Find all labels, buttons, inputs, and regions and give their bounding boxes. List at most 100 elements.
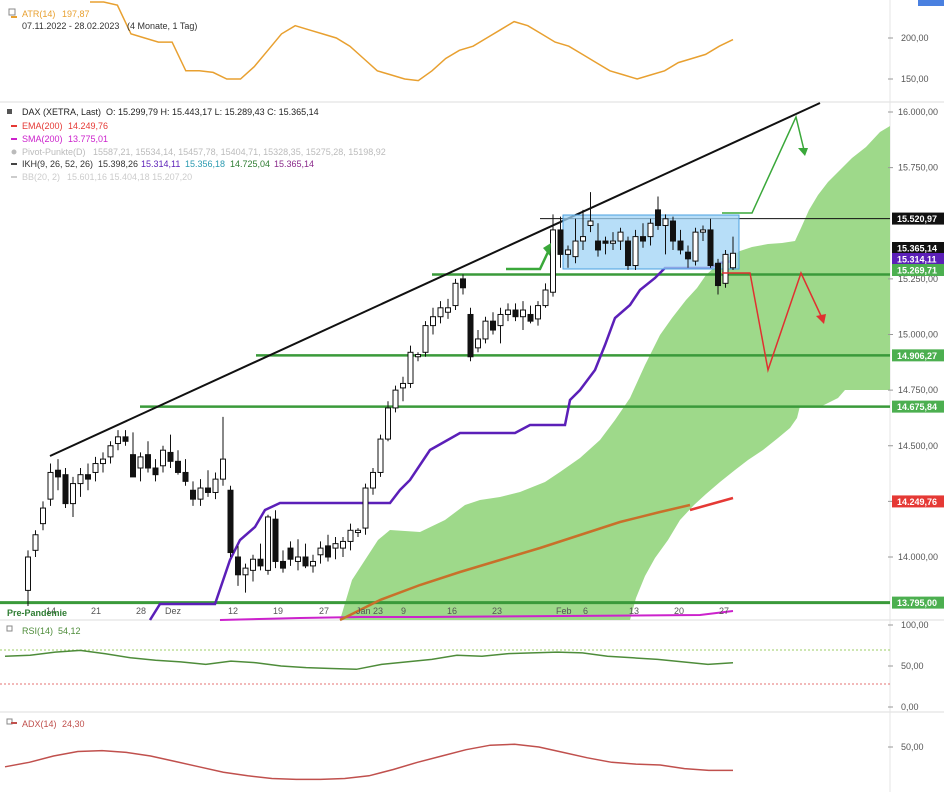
date-tick-label: 27 xyxy=(319,606,329,616)
candle-body xyxy=(235,556,241,576)
candle-body xyxy=(677,240,684,251)
candle-body xyxy=(257,558,264,567)
candle-body xyxy=(692,231,699,262)
window-control-icon[interactable] xyxy=(918,0,944,6)
ikh-value-4: 14.725,04 xyxy=(230,159,270,169)
candle-body xyxy=(730,252,736,269)
candle-body xyxy=(265,516,271,571)
price-tag-label-ema: 14.249,76 xyxy=(897,497,937,507)
price-tag-label-sup1: 15.269,71 xyxy=(897,266,937,276)
candle-body xyxy=(452,282,459,307)
candle-body xyxy=(385,407,391,440)
atr-y-tick-150: 150,00 xyxy=(901,74,929,84)
atr-period-note: (4 Monate, 1 Tag) xyxy=(127,21,197,31)
date-tick-label: 12 xyxy=(228,606,238,616)
candle-body xyxy=(722,253,729,284)
price-tag-label-sup3: 14.675,84 xyxy=(897,402,937,412)
bb-legend: BB(20, 2) xyxy=(22,172,60,182)
candle-body xyxy=(362,487,369,529)
candle-body xyxy=(355,529,361,534)
ikh-value-5: 15.365,14 xyxy=(274,159,314,169)
price-tick-label: 15.750,00 xyxy=(898,163,938,173)
candle-body xyxy=(400,382,406,389)
candle-body xyxy=(325,545,331,558)
candle-body xyxy=(482,320,489,340)
ikh-value-2: 15.314,11 xyxy=(141,159,180,169)
candle-body xyxy=(115,436,121,445)
candle-body xyxy=(632,236,639,267)
candle-body xyxy=(610,240,616,244)
rsi-y-tick-0: 0,00 xyxy=(901,702,919,712)
candle-body xyxy=(647,222,654,238)
candle-body xyxy=(700,229,706,233)
candle-body xyxy=(580,236,586,242)
candle-body xyxy=(460,278,466,289)
pre-pandemie-label: Pre-Pandemie xyxy=(7,608,67,618)
candle-body xyxy=(167,451,174,462)
candle-body xyxy=(205,487,211,493)
candle-body xyxy=(512,309,519,318)
date-tick-label: 28 xyxy=(136,606,146,616)
rsi-title: RSI(14) xyxy=(22,626,53,636)
candle-body xyxy=(25,556,31,591)
candle-body xyxy=(430,316,436,327)
candle-body xyxy=(685,251,691,260)
rsi-y-tick-50: 50,00 xyxy=(901,661,924,671)
date-tick-label: 13 xyxy=(629,606,639,616)
price-tag-label-sup2: 14.906,27 xyxy=(897,351,937,361)
candle-body xyxy=(475,338,481,349)
candle-body xyxy=(715,262,721,287)
candle-body xyxy=(655,209,661,226)
candle-body xyxy=(370,471,376,489)
candle-body xyxy=(377,438,384,473)
date-tick-label: 19 xyxy=(273,606,283,616)
candle-body xyxy=(145,454,151,469)
candle-body xyxy=(137,456,144,469)
candle-body xyxy=(467,313,474,358)
ema-legend-value: 14.249,76 xyxy=(68,121,108,131)
ikh-value-1: 15.398,26 xyxy=(98,159,138,169)
candle-body xyxy=(602,240,609,244)
candle-body xyxy=(70,483,76,505)
candle-body xyxy=(557,229,564,255)
candle-body xyxy=(85,474,91,480)
candle-body xyxy=(77,474,84,485)
candle-body xyxy=(595,240,601,251)
candle-body xyxy=(227,489,234,554)
date-tick-label: 21 xyxy=(91,606,101,616)
ikh-value-3: 15.356,18 xyxy=(185,159,225,169)
candle-body xyxy=(587,220,594,226)
ikh-legend: IKH(9, 26, 52, 26) xyxy=(22,159,93,169)
candle-body xyxy=(572,240,579,258)
candle-body xyxy=(272,518,279,562)
chart-canvas[interactable]: 200,00 150,00 ATR(14) 197,87 07.11.2022 … xyxy=(0,0,944,792)
candle-body xyxy=(182,471,189,482)
candle-body xyxy=(527,313,534,322)
candle-body xyxy=(332,543,339,549)
date-tick-label: 27 xyxy=(719,606,729,616)
adx-value: 24,30 xyxy=(62,719,85,729)
bb-legend-values: 15.601,16 15.404,18 15.207,20 xyxy=(67,172,192,182)
price-tick-label: 15.000,00 xyxy=(898,330,938,340)
candle-body xyxy=(250,558,256,571)
sma-legend: SMA(200) xyxy=(22,134,63,144)
atr-y-tick-200: 200,00 xyxy=(901,33,929,43)
candle-body xyxy=(347,529,354,542)
price-tick-label: 16.000,00 xyxy=(898,107,938,117)
candle-body xyxy=(422,325,429,353)
price-tick-label: 14.000,00 xyxy=(898,552,938,562)
candle-body xyxy=(122,436,129,442)
candle-body xyxy=(392,389,399,409)
date-tick-label: Feb xyxy=(556,606,572,616)
candle-body xyxy=(662,218,669,226)
pivot-legend: Pivot-Punkte(D) xyxy=(22,147,86,157)
ema-legend: EMA(200) xyxy=(22,121,63,131)
candle-body xyxy=(100,458,106,465)
candle-body xyxy=(130,454,136,478)
atr-period: 07.11.2022 - 28.02.2023 xyxy=(22,21,119,31)
candle-body xyxy=(310,560,316,567)
candle-body xyxy=(565,249,571,255)
date-tick-label: 16 xyxy=(447,606,457,616)
instrument-icon[interactable] xyxy=(7,109,12,114)
candle-body xyxy=(550,229,556,293)
